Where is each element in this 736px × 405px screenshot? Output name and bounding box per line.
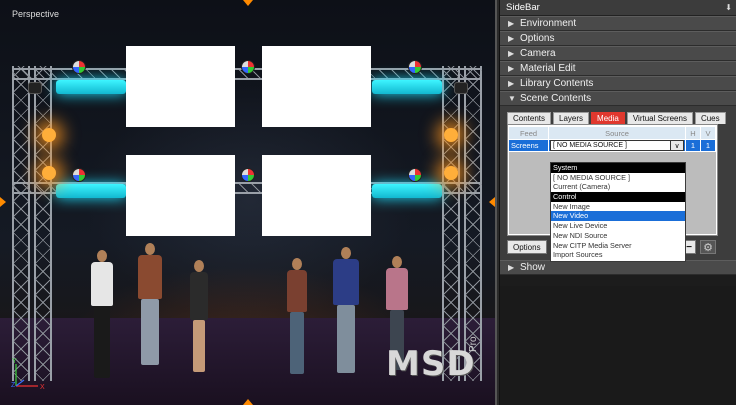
moving-head-fixture — [241, 60, 255, 74]
tab-contents[interactable]: Contents — [507, 112, 552, 124]
section-label: Show — [520, 262, 546, 273]
section-label: Scene Contents — [520, 93, 592, 104]
collapsed-arrow-icon: ▶ — [508, 49, 515, 58]
dropdown-group-system: System — [551, 163, 685, 173]
viewport-label: Perspective — [12, 9, 60, 19]
section-show[interactable]: ▶ Show — [500, 260, 736, 275]
column-header-h[interactable]: H — [686, 127, 701, 139]
viewport-edge-marker-top[interactable] — [243, 0, 253, 6]
moving-head-fixture — [408, 60, 422, 74]
viewport-edge-marker-right[interactable] — [489, 197, 495, 207]
par-can — [454, 82, 468, 94]
scene-contents-tabs: Contents Layers Media Virtual Screens Cu… — [507, 112, 729, 124]
moving-head-fixture — [72, 168, 86, 182]
expanded-arrow-icon: ▼ — [508, 94, 516, 103]
source-dropdown-menu: System [ NO MEDIA SOURCE ] Current (Came… — [550, 162, 686, 262]
chevron-down-icon[interactable]: ∨ — [671, 140, 684, 151]
performer-figure — [280, 258, 314, 376]
light-bar — [56, 184, 126, 198]
double-chevron-down-icon[interactable]: ⬇ — [725, 3, 732, 12]
sidebar-title: SideBar — [506, 2, 540, 13]
options-button[interactable]: Options — [507, 240, 547, 254]
truss-right-inner — [442, 66, 460, 381]
table-row[interactable]: Screens [ NO MEDIA SOURCE ] ∨ 1 1 — [509, 140, 716, 151]
gear-icon[interactable]: ⚙ — [700, 240, 716, 254]
section-scene-contents[interactable]: ▼ Scene Contents — [500, 91, 736, 106]
video-screen[interactable] — [262, 155, 371, 236]
column-header-v[interactable]: V — [701, 127, 716, 139]
source-select[interactable]: [ NO MEDIA SOURCE ] — [550, 140, 671, 151]
dropdown-item-no-media-source[interactable]: [ NO MEDIA SOURCE ] — [551, 173, 685, 183]
column-header-feed[interactable]: Feed — [509, 127, 549, 139]
axis-x-label: X — [40, 384, 45, 391]
orange-spotlight — [42, 128, 56, 142]
axis-y-label: Y — [12, 358, 17, 365]
cell-v[interactable]: 1 — [701, 140, 716, 151]
collapsed-arrow-icon: ▶ — [508, 263, 515, 272]
cell-h[interactable]: 1 — [686, 140, 701, 151]
performer-figure — [326, 247, 366, 375]
collapsed-arrow-icon: ▶ — [508, 34, 515, 43]
dropdown-item-current-camera[interactable]: Current (Camera) — [551, 182, 685, 192]
truss-left-outer — [12, 66, 30, 381]
light-bar — [56, 80, 126, 94]
section-environment[interactable]: ▶ Environment — [500, 16, 736, 31]
section-label: Material Edit — [520, 63, 576, 74]
section-options[interactable]: ▶ Options — [500, 31, 736, 46]
tab-virtual-screens[interactable]: Virtual Screens — [626, 112, 693, 124]
tab-media[interactable]: Media — [591, 112, 625, 124]
section-label: Library Contents — [520, 78, 594, 89]
dropdown-item-new-video[interactable]: New Video — [551, 211, 685, 222]
tab-cues[interactable]: Cues — [694, 112, 726, 124]
video-screen[interactable] — [126, 46, 235, 127]
video-screen[interactable] — [126, 155, 235, 236]
dropdown-item-new-citp-media-server[interactable]: New CITP Media Server — [551, 241, 685, 251]
axis-z-label: Z — [11, 382, 16, 389]
collapsed-arrow-icon: ▶ — [508, 64, 515, 73]
msd-logo: MSD — [386, 344, 476, 384]
msd-logo-sub: Pro — [468, 336, 479, 352]
orange-spotlight — [444, 166, 458, 180]
perspective-viewport[interactable]: Perspective MSD Pro Y Z X — [0, 0, 497, 405]
moving-head-fixture — [408, 168, 422, 182]
viewport-edge-marker-left[interactable] — [0, 197, 6, 207]
section-camera[interactable]: ▶ Camera — [500, 46, 736, 61]
cell-source[interactable]: [ NO MEDIA SOURCE ] ∨ — [549, 140, 686, 151]
sidebar-titlebar: SideBar ⬇ — [500, 0, 736, 16]
section-material-edit[interactable]: ▶ Material Edit — [500, 61, 736, 76]
cell-feed[interactable]: Screens — [509, 140, 549, 151]
dropdown-group-control: Control — [551, 192, 685, 202]
axis-gizmo-icon: Y Z X — [11, 358, 45, 391]
moving-head-fixture — [72, 60, 86, 74]
tab-layers[interactable]: Layers — [553, 112, 590, 124]
truss-right-outer — [464, 66, 482, 381]
orange-spotlight — [444, 128, 458, 142]
light-bar — [372, 184, 442, 198]
sidebar-empty-area — [500, 286, 736, 405]
light-bar — [372, 80, 442, 94]
viewport-edge-marker-bottom[interactable] — [243, 399, 253, 405]
dropdown-item-import-sources[interactable]: Import Sources — [551, 250, 685, 260]
video-screen[interactable] — [262, 46, 371, 127]
performer-figure — [182, 260, 216, 375]
column-header-source[interactable]: Source — [549, 127, 686, 139]
performer-figure — [82, 250, 122, 380]
section-label: Camera — [520, 48, 556, 59]
dropdown-item-new-image[interactable]: New Image — [551, 202, 685, 212]
section-label: Options — [520, 33, 555, 44]
performer-figure — [132, 243, 168, 368]
orange-spotlight — [42, 166, 56, 180]
truss-left-inner — [34, 66, 52, 381]
collapsed-arrow-icon: ▶ — [508, 79, 515, 88]
dropdown-item-new-live-device[interactable]: New Live Device — [551, 221, 685, 231]
section-label: Environment — [520, 18, 577, 29]
media-grid-header: Feed Source H V — [509, 127, 716, 139]
section-library-contents[interactable]: ▶ Library Contents — [500, 76, 736, 91]
moving-head-fixture — [241, 168, 255, 182]
dropdown-item-new-ndi-source[interactable]: New NDI Source — [551, 231, 685, 241]
collapsed-arrow-icon: ▶ — [508, 19, 515, 28]
par-can — [28, 82, 42, 94]
